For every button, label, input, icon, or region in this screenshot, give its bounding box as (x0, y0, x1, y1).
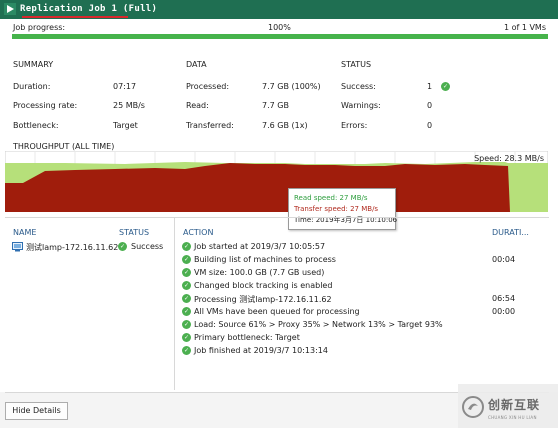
action-column-header[interactable]: ACTION (183, 228, 213, 237)
read-value: 7.7 GB (262, 101, 289, 110)
action-text: Primary bottleneck: Target (194, 333, 300, 342)
action-text: Job finished at 2019/3/7 10:13:14 (194, 346, 328, 355)
window-title: Replication Job 1 (Full) (20, 4, 158, 14)
action-duration: 06:54 (492, 294, 516, 303)
processed-value: 7.7 GB (100%) (262, 82, 321, 91)
processed-label: Processed: (186, 82, 230, 91)
duration-label: Duration: (13, 82, 51, 91)
play-arrow-icon (4, 3, 16, 15)
errors-value: 0 (427, 121, 433, 130)
transferred-value: 7.6 GB (1x) (262, 121, 308, 130)
logo-icon (462, 396, 484, 418)
check-circle-icon: ✓ (441, 82, 450, 91)
transfer-speed-area (5, 163, 510, 212)
progress-percent: 100% (268, 23, 291, 32)
hide-details-button[interactable]: Hide Details (5, 402, 68, 420)
watermark-subtext: CHUANG XIN HU LIAN (488, 415, 537, 420)
status-heading: STATUS (341, 60, 372, 69)
read-label: Read: (186, 101, 209, 110)
warnings-label: Warnings: (341, 101, 381, 110)
table-top-divider (5, 217, 549, 218)
check-circle-icon: ✓ (182, 333, 191, 342)
check-circle-icon: ✓ (118, 242, 127, 251)
action-text: Changed block tracking is enabled (194, 281, 333, 290)
data-heading: DATA (186, 60, 207, 69)
check-circle-icon: ✓ (182, 281, 191, 290)
check-circle-icon: ✓ (182, 242, 191, 251)
progress-bar (12, 34, 548, 39)
action-text: VM size: 100.0 GB (7.7 GB used) (194, 268, 325, 277)
name-column-header[interactable]: NAME (13, 228, 36, 237)
throughput-chart[interactable] (5, 151, 548, 212)
bottleneck-value: Target (113, 121, 138, 130)
transferred-label: Transferred: (186, 121, 234, 130)
action-text: Processing 测试lamp-172.16.11.62 (194, 295, 332, 304)
progress-label: Job progress: (13, 23, 66, 32)
processing-rate-value: 25 MB/s (113, 101, 145, 110)
column-separator (174, 218, 175, 390)
check-circle-icon: ✓ (182, 268, 191, 277)
action-text: Job started at 2019/3/7 10:05:57 (194, 242, 326, 251)
success-label: Success: (341, 82, 376, 91)
action-duration: 00:04 (492, 255, 516, 264)
tooltip-read-speed: Read speed: 27 MB/s (294, 194, 368, 202)
vm-icon (12, 242, 23, 252)
success-value: 1 (427, 82, 433, 91)
bottleneck-label: Bottleneck: (13, 121, 59, 130)
vm-name[interactable]: 测试lamp-172.16.11.62 (26, 242, 118, 253)
check-circle-icon: ✓ (182, 346, 191, 355)
watermark-text: 创新互联 (488, 398, 541, 412)
summary-heading: SUMMARY (13, 60, 54, 69)
errors-label: Errors: (341, 121, 368, 130)
action-text: Building list of machines to process (194, 255, 336, 264)
check-circle-icon: ✓ (182, 255, 191, 264)
progress-bar-fill (12, 34, 548, 39)
action-text: All VMs have been queued for processing (194, 307, 360, 316)
progress-vms: 1 of 1 VMs (503, 23, 546, 32)
chart-tooltip: Read speed: 27 MB/s Transfer speed: 27 M… (288, 188, 397, 230)
title-underline (22, 16, 128, 18)
action-duration: 00:00 (492, 307, 516, 316)
warnings-value: 0 (427, 101, 433, 110)
duration-value: 07:17 (113, 82, 137, 91)
duration-column-header[interactable]: DURATI... (492, 228, 529, 237)
tooltip-transfer-speed: Transfer speed: 27 MB/s (294, 205, 379, 213)
speed-label: Speed: 28.3 MB/s (474, 154, 544, 163)
check-circle-icon: ✓ (182, 320, 191, 329)
status-column-header[interactable]: STATUS (119, 228, 149, 237)
action-text: Load: Source 61% > Proxy 35% > Network 1… (194, 320, 443, 329)
throughput-heading: THROUGHPUT (ALL TIME) (13, 142, 115, 151)
processing-rate-label: Processing rate: (13, 101, 78, 110)
vm-status: Success (131, 242, 164, 251)
check-circle-icon: ✓ (182, 294, 191, 303)
check-circle-icon: ✓ (182, 307, 191, 316)
